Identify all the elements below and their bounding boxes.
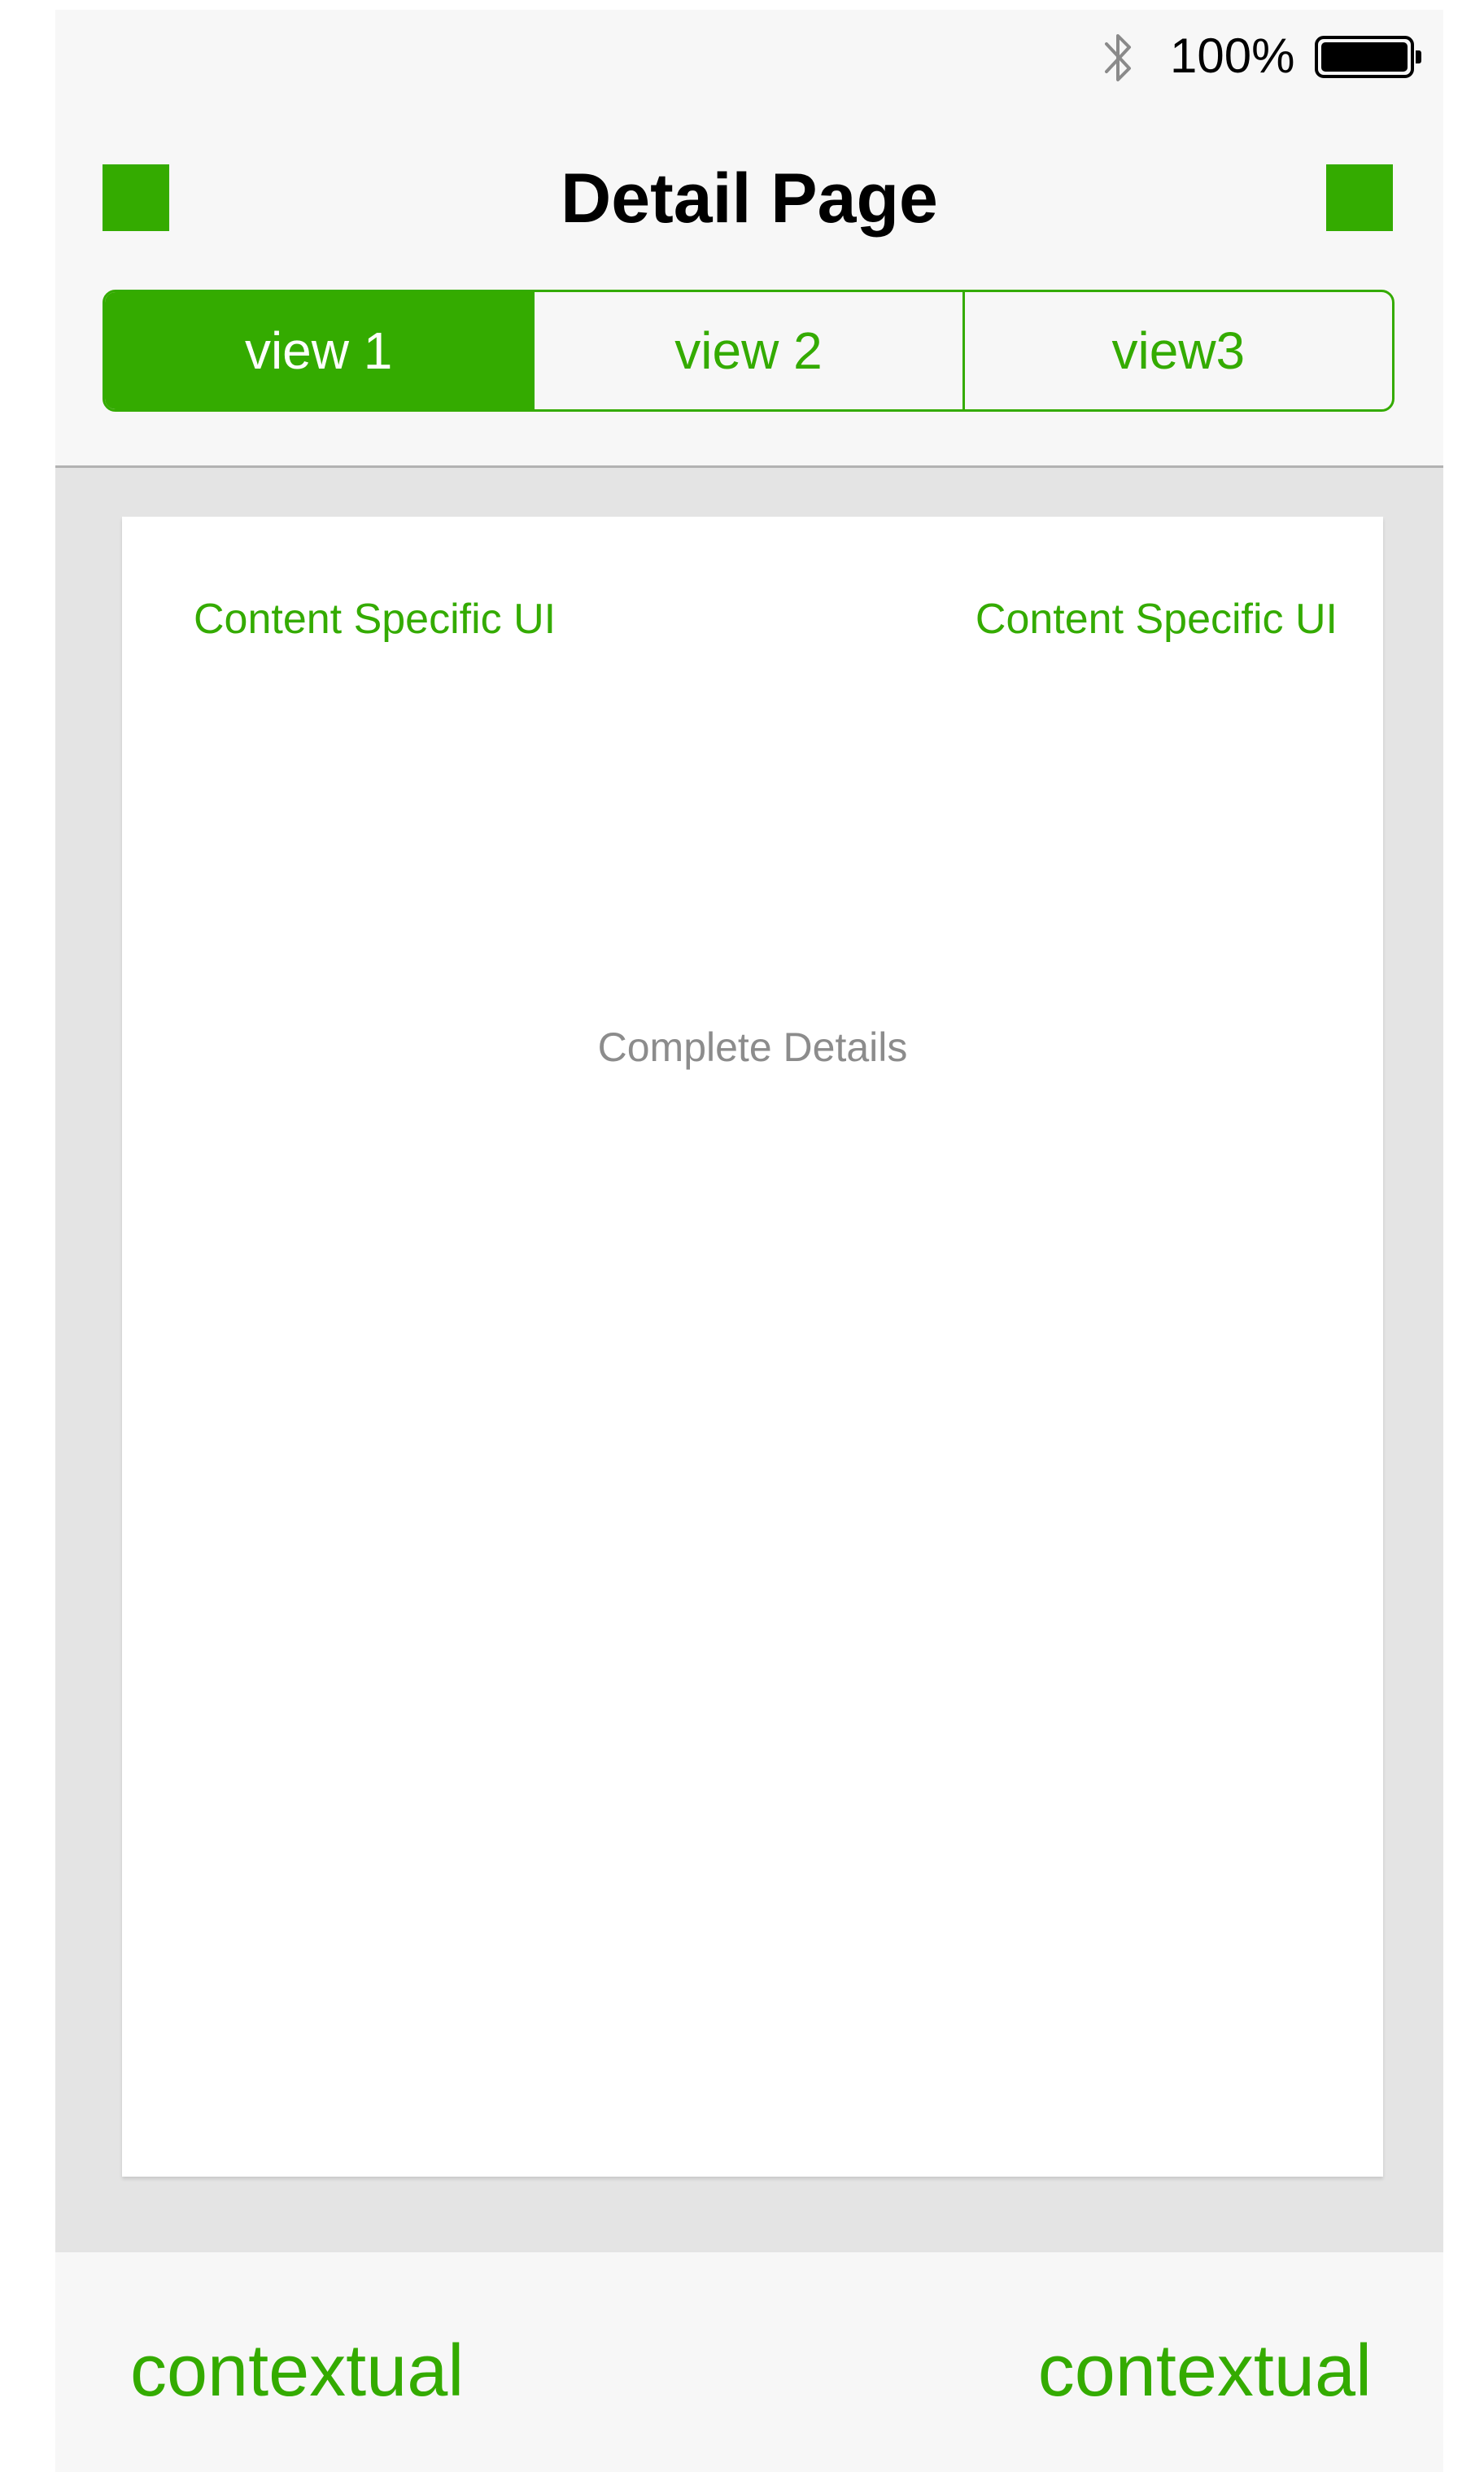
segment-label: view 1: [244, 321, 393, 380]
segment-view-1[interactable]: view 1: [105, 292, 533, 409]
status-bar: 100%: [55, 10, 1443, 99]
contextual-left-button[interactable]: contextual: [130, 2330, 464, 2412]
segment-label: view3: [1111, 321, 1246, 380]
content-specific-ui-left[interactable]: Content Specific UI: [194, 593, 556, 645]
content-specific-ui-right[interactable]: Content Specific UI: [976, 593, 1338, 645]
complete-details-text: Complete Details: [597, 1024, 908, 1070]
segment-view-3[interactable]: view3: [962, 292, 1392, 409]
phone-screen: 100% Detail Page view 1 view 2 view3 Con…: [55, 10, 1443, 2472]
bottom-toolbar: contextual contextual: [55, 2252, 1443, 2472]
battery-percent: 100%: [1170, 28, 1295, 83]
contextual-right-button[interactable]: contextual: [1038, 2330, 1372, 2412]
bluetooth-icon: [1105, 34, 1131, 81]
segment-view-2[interactable]: view 2: [532, 292, 962, 409]
navigation-bar: Detail Page: [55, 99, 1443, 286]
nav-right-button[interactable]: [1326, 164, 1393, 231]
content-card: Content Specific UI Content Specific UI …: [122, 517, 1383, 2177]
page-title: Detail Page: [561, 159, 938, 238]
content-area: Content Specific UI Content Specific UI …: [55, 468, 1443, 2252]
battery-full-icon: [1315, 36, 1421, 78]
segment-label: view 2: [674, 321, 823, 380]
segmented-control: view 1 view 2 view3: [103, 290, 1395, 412]
